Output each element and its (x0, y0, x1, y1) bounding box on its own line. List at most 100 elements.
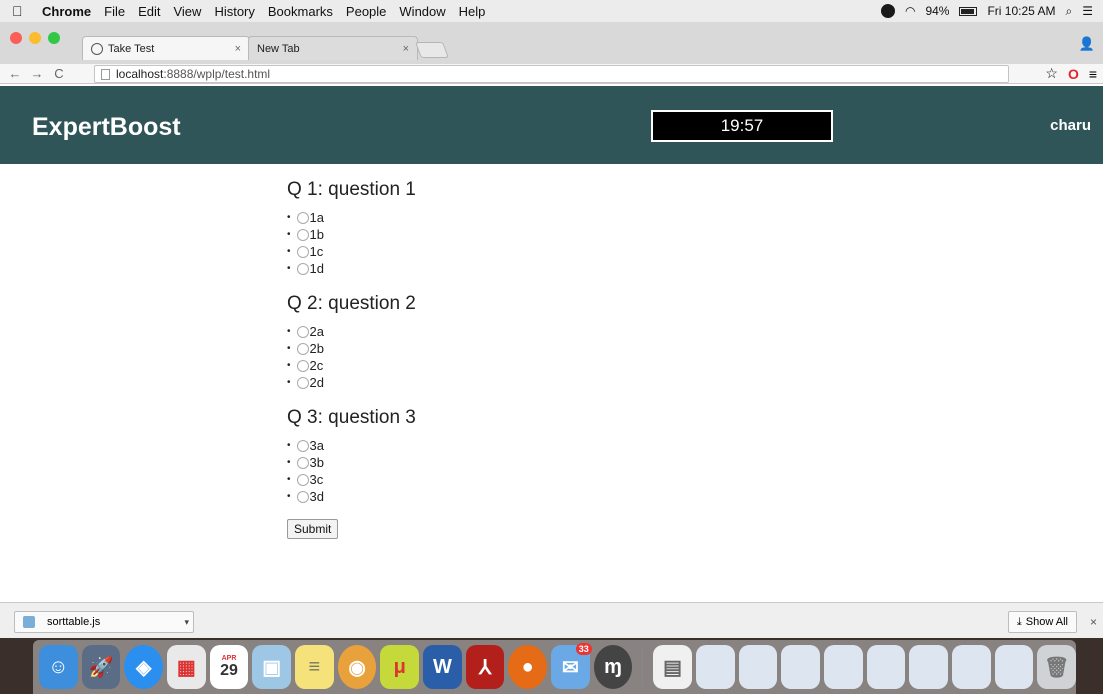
option-item: • 1c (287, 244, 324, 259)
menu-window[interactable]: Window (399, 4, 445, 19)
mendeley-icon[interactable]: ɱ (593, 645, 633, 689)
recording-icon[interactable] (880, 4, 895, 18)
page-favicon-icon (91, 42, 103, 55)
option-item: • 2b (287, 341, 324, 356)
menu-people[interactable]: People (346, 4, 386, 19)
back-icon[interactable]: ← (8, 66, 22, 81)
battery-icon[interactable] (959, 6, 978, 16)
new-tab-button[interactable] (415, 42, 449, 58)
window-thumb-icon[interactable] (994, 645, 1034, 689)
option-label: 1a (309, 210, 324, 225)
calculator-icon[interactable]: ▦ (167, 645, 206, 689)
radio-1c[interactable] (296, 245, 309, 258)
tab-close-icon[interactable]: × (235, 43, 241, 55)
menu-edit[interactable]: Edit (138, 4, 160, 19)
username[interactable]: charu (1050, 117, 1091, 134)
profile-icon[interactable]: 👤 (1079, 36, 1095, 52)
tab-label: Take Test (108, 42, 155, 55)
notification-center-icon[interactable]: ☰ (1082, 4, 1093, 18)
window-thumb-icon[interactable] (823, 645, 863, 689)
download-item[interactable]: sorttable.js ▾ (14, 611, 194, 633)
wifi-icon[interactable]: ◠ (905, 4, 915, 18)
radio-2a[interactable] (296, 325, 309, 338)
option-label: 1d (309, 261, 324, 276)
address-bar[interactable]: localhost :8888/wplp/test.html (94, 65, 1009, 83)
firefox-icon[interactable]: ● (508, 645, 548, 689)
site-navbar: ExpertBoost 19:57 charu (0, 86, 1103, 164)
radio-3d[interactable] (296, 490, 309, 503)
countdown-timer: 19:57 (651, 110, 833, 142)
clock[interactable]: Fri 10:25 AM (987, 4, 1055, 18)
window-thumb-icon[interactable] (738, 645, 778, 689)
macos-menu-bar:  Chrome File Edit View History Bookmark… (0, 0, 1103, 22)
reload-icon[interactable]: C (52, 66, 66, 81)
tab-close-icon[interactable]: × (403, 43, 409, 55)
bittorrent-icon[interactable]: μ (380, 645, 420, 689)
option-label: 3d (309, 489, 324, 504)
chrome-menu-icon[interactable]: ≡ (1089, 66, 1097, 82)
finder-icon[interactable]: ☺ (39, 645, 78, 689)
menu-history[interactable]: History (214, 4, 254, 19)
download-filename: sorttable.js (47, 616, 101, 628)
apple-menu-icon[interactable]:  (12, 3, 28, 19)
url-path: :8888/wplp/test.html (163, 67, 271, 81)
radio-2d[interactable] (296, 376, 309, 389)
window-thumb-icon[interactable] (951, 645, 991, 689)
word-icon[interactable]: W (423, 645, 462, 689)
acrobat-icon[interactable]: ⅄ (465, 645, 505, 689)
site-brand[interactable]: ExpertBoost (32, 113, 181, 142)
option-label: 2b (309, 341, 324, 356)
spotlight-icon[interactable]: ⌕ (1066, 4, 1073, 19)
preview-icon[interactable]: ▣ (252, 645, 292, 689)
window-thumb-icon[interactable] (695, 645, 735, 689)
radio-3a[interactable] (296, 439, 309, 452)
option-item: • 2c (287, 358, 324, 373)
show-all-button[interactable]: ⤓ Show All (1007, 611, 1077, 633)
radio-1b[interactable] (296, 228, 309, 241)
menu-bookmarks[interactable]: Bookmarks (268, 4, 333, 19)
question-title: Q 1: question 1 (287, 179, 416, 200)
opera-extension-icon[interactable]: O (1068, 66, 1079, 82)
page-info-icon[interactable] (101, 68, 110, 80)
calendar-icon[interactable]: APR 29 (209, 645, 249, 689)
safari-icon[interactable]: ◈ (124, 645, 164, 689)
window-thumb-icon[interactable] (781, 645, 820, 689)
menu-view[interactable]: View (173, 4, 201, 19)
chrome-icon[interactable]: ◉ (337, 645, 377, 689)
close-window-icon[interactable] (10, 32, 22, 44)
window-thumb-icon[interactable] (866, 645, 906, 689)
chevron-down-icon[interactable]: ▾ (184, 617, 189, 628)
window-thumb-icon[interactable] (909, 645, 948, 689)
radio-1d[interactable] (296, 262, 309, 275)
document-icon[interactable]: ▤ (653, 645, 692, 689)
menu-chrome[interactable]: Chrome (42, 4, 91, 19)
notes-icon[interactable]: ≡ (295, 645, 334, 689)
option-item: • 1d (287, 261, 324, 276)
minimize-window-icon[interactable] (29, 32, 41, 44)
radio-2b[interactable] (296, 342, 309, 355)
submit-button[interactable]: Submit (287, 519, 339, 539)
forward-icon[interactable]: → (30, 66, 44, 81)
menu-file[interactable]: File (104, 4, 125, 19)
radio-2c[interactable] (296, 359, 309, 372)
option-item: • 3b (287, 455, 324, 470)
option-label: 2c (309, 358, 324, 373)
web-page: ExpertBoost 19:57 charu Q 1: question 1 … (0, 86, 1103, 602)
tab-new-tab[interactable]: New Tab × (248, 36, 418, 60)
tab-take-test[interactable]: Take Test × (82, 36, 250, 60)
bookmark-star-icon[interactable]: ☆ (1045, 65, 1058, 82)
fullscreen-window-icon[interactable] (48, 32, 60, 44)
mail-icon[interactable]: ✉ 33 (551, 643, 592, 689)
test-form: Q 1: question 1 • 1a • 1b • 1c • 1d Q 2: que… (287, 179, 416, 539)
radio-1a[interactable] (296, 211, 309, 224)
menu-help[interactable]: Help (459, 4, 486, 19)
close-shelf-icon[interactable]: × (1090, 615, 1097, 629)
calendar-day: 29 (220, 661, 238, 679)
radio-3b[interactable] (296, 456, 309, 469)
tab-label: New Tab (257, 42, 300, 55)
trash-icon[interactable]: 🗑 (1037, 645, 1076, 689)
option-label: 1c (309, 244, 324, 259)
toolbar-actions: ☆ O ≡ (1045, 65, 1097, 82)
radio-3c[interactable] (296, 473, 309, 486)
launchpad-icon[interactable]: 🚀 (81, 645, 121, 689)
